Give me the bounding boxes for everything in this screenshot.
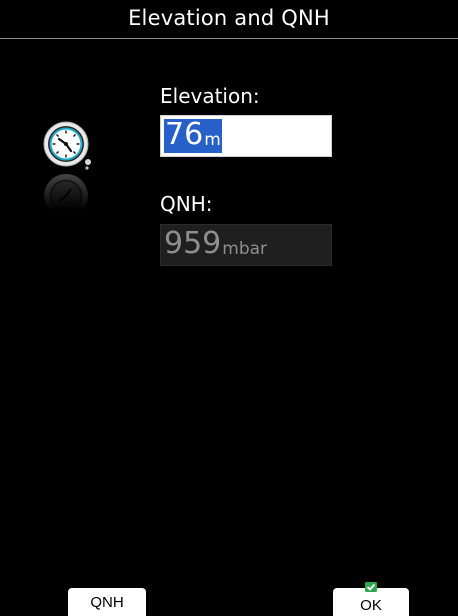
qnh-value: 959 [164, 226, 222, 261]
elevation-unit: m [204, 130, 221, 150]
altimeter-gauge-icon [40, 118, 96, 218]
qnh-input[interactable]: 959 mbar [160, 224, 332, 266]
ok-button[interactable]: OK [333, 582, 409, 616]
checkmark-icon [365, 582, 377, 592]
title-bar: Elevation and QNH [0, 0, 458, 39]
elevation-value-selection: 76 m [164, 119, 222, 153]
qnh-softkey-button[interactable]: QNH [68, 588, 146, 616]
qnh-label: QNH: [160, 192, 213, 216]
elevation-input[interactable]: 76 m [160, 115, 332, 157]
dialog-title: Elevation and QNH [128, 6, 330, 30]
elevation-value: 76 [165, 117, 204, 152]
qnh-softkey-label: QNH [90, 593, 124, 611]
qnh-unit: mbar [222, 239, 268, 259]
ok-label: OK [360, 596, 382, 614]
elevation-label: Elevation: [160, 84, 260, 108]
